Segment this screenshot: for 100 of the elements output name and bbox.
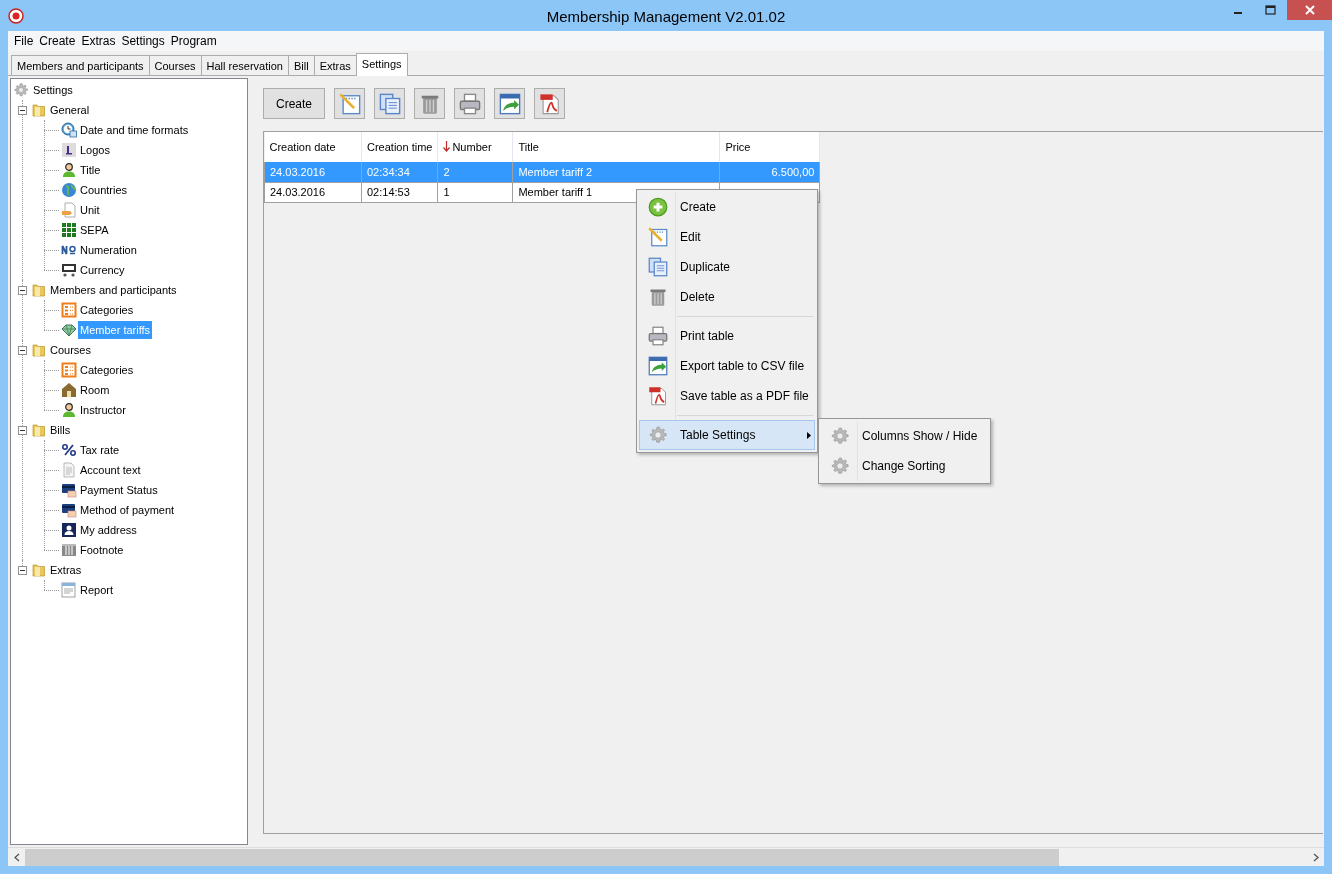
- tree-item[interactable]: Countries: [78, 180, 130, 200]
- menu-item[interactable]: Duplicate: [639, 252, 815, 282]
- tab[interactable]: Members and participants: [11, 55, 150, 75]
- clock-icon: [61, 122, 77, 138]
- tree-item[interactable]: SEPA: [78, 220, 111, 240]
- menu-item[interactable]: Extras: [78, 32, 119, 50]
- copy-icon: [378, 92, 401, 115]
- column-header[interactable]: Creation date: [264, 132, 362, 162]
- minimize-icon: [1233, 12, 1242, 14]
- gear-icon: [830, 426, 850, 446]
- column-header[interactable]: Creation time: [361, 132, 438, 162]
- folder-icon: [31, 562, 47, 578]
- tree-item[interactable]: Account text: [78, 460, 143, 480]
- table-cell: Member tariff 2: [512, 162, 720, 182]
- tree-item[interactable]: Footnote: [78, 540, 126, 560]
- export-icon: [648, 356, 668, 376]
- menu-item[interactable]: Delete: [639, 282, 815, 312]
- diamond-icon: [61, 322, 77, 338]
- table-cell: 24.03.2016: [264, 162, 362, 182]
- collapse-icon[interactable]: [18, 285, 27, 295]
- collapse-icon[interactable]: [18, 565, 27, 575]
- tree-item[interactable]: Payment Status: [78, 480, 160, 500]
- scroll-right-icon[interactable]: [1312, 852, 1319, 862]
- pdf-button[interactable]: [534, 88, 565, 119]
- tree-item[interactable]: Currency: [78, 260, 127, 280]
- folder-icon: [31, 282, 47, 298]
- menu-item[interactable]: Edit: [639, 222, 815, 252]
- tree-item[interactable]: Report: [78, 580, 116, 600]
- column-header[interactable]: Title: [512, 132, 720, 162]
- grid-icon: [61, 222, 77, 238]
- duplicate-button[interactable]: [374, 88, 405, 119]
- tree-item[interactable]: Instructor: [78, 400, 128, 420]
- person-icon: [61, 402, 77, 418]
- percent-icon: [61, 442, 77, 458]
- person-icon: [61, 162, 77, 178]
- menu-item[interactable]: Change Sorting: [821, 451, 988, 481]
- pdf-icon: [538, 92, 561, 115]
- create-button[interactable]: Create: [263, 88, 325, 119]
- folder-icon: [31, 102, 47, 118]
- menu-item[interactable]: Columns Show / Hide: [821, 421, 988, 451]
- tree-item[interactable]: Extras: [48, 560, 84, 580]
- menu-item[interactable]: Settings: [118, 32, 168, 50]
- menu-item[interactable]: Print table: [639, 321, 815, 351]
- scrollbar-thumb[interactable]: [25, 848, 1059, 866]
- tree-item[interactable]: Courses: [48, 340, 93, 360]
- maximize-icon: [1264, 5, 1277, 15]
- edit-icon: [338, 92, 361, 115]
- edit-button[interactable]: [334, 88, 365, 119]
- tree-item[interactable]: Bills: [48, 420, 73, 440]
- column-header[interactable]: Number: [437, 132, 513, 162]
- tree-item[interactable]: My address: [78, 520, 139, 540]
- tree-item[interactable]: Categories: [78, 300, 136, 320]
- house-icon: [61, 382, 77, 398]
- columns-icon: [61, 542, 77, 558]
- table-cell: 02:34:34: [361, 162, 438, 182]
- printer-icon: [458, 92, 481, 115]
- tree-item[interactable]: Tax rate: [78, 440, 122, 460]
- tree-item[interactable]: Method of payment: [78, 500, 177, 520]
- tree-item[interactable]: Date and time formats: [78, 120, 191, 140]
- list-icon: [61, 302, 77, 318]
- contact-icon: [61, 522, 77, 538]
- tag-document-icon: [61, 202, 77, 218]
- menu-item[interactable]: Create: [36, 32, 79, 50]
- tab[interactable]: Settings: [355, 53, 408, 76]
- close-icon: [1304, 5, 1315, 15]
- tree-item[interactable]: Logos: [78, 140, 112, 160]
- close-button[interactable]: [1287, 0, 1332, 20]
- tree-item[interactable]: Room: [78, 380, 112, 400]
- edit-icon: [648, 227, 668, 247]
- folder-icon: [31, 422, 47, 438]
- collapse-icon[interactable]: [18, 345, 27, 355]
- printer-icon: [648, 326, 668, 346]
- column-header[interactable]: Price: [719, 132, 820, 162]
- horizontal-scrollbar[interactable]: [8, 847, 1324, 866]
- menu-item[interactable]: Save table as a PDF file: [639, 381, 815, 411]
- add-icon: [648, 197, 668, 217]
- globe-icon: [61, 182, 77, 198]
- menu-item[interactable]: File: [11, 32, 37, 50]
- gear-icon: [648, 425, 668, 445]
- tree-item[interactable]: Title: [78, 160, 103, 180]
- pdf-icon: [648, 386, 668, 406]
- export-button[interactable]: [494, 88, 525, 119]
- tree-item[interactable]: Categories: [78, 360, 136, 380]
- tree-item[interactable]: Unit: [78, 200, 102, 220]
- collapse-icon[interactable]: [18, 105, 27, 115]
- window-title: Membership Management V2.01.02: [546, 7, 786, 27]
- tree-item[interactable]: Numeration: [78, 240, 139, 260]
- collapse-icon[interactable]: [18, 425, 27, 435]
- menu-item[interactable]: Table Settings: [639, 420, 815, 450]
- menu-item[interactable]: Program: [167, 32, 220, 50]
- logo-icon: [61, 142, 77, 158]
- tree-item[interactable]: General: [48, 100, 92, 120]
- table-cell: 6.500,00: [719, 162, 820, 182]
- tree-item[interactable]: Settings: [31, 80, 75, 100]
- menu-item[interactable]: Export table to CSV file: [639, 351, 815, 381]
- card-icon: [61, 502, 77, 518]
- tree-item[interactable]: Members and participants: [48, 280, 179, 300]
- scroll-left-icon[interactable]: [13, 852, 20, 862]
- print-button[interactable]: [454, 88, 485, 119]
- delete-button[interactable]: [414, 88, 445, 119]
